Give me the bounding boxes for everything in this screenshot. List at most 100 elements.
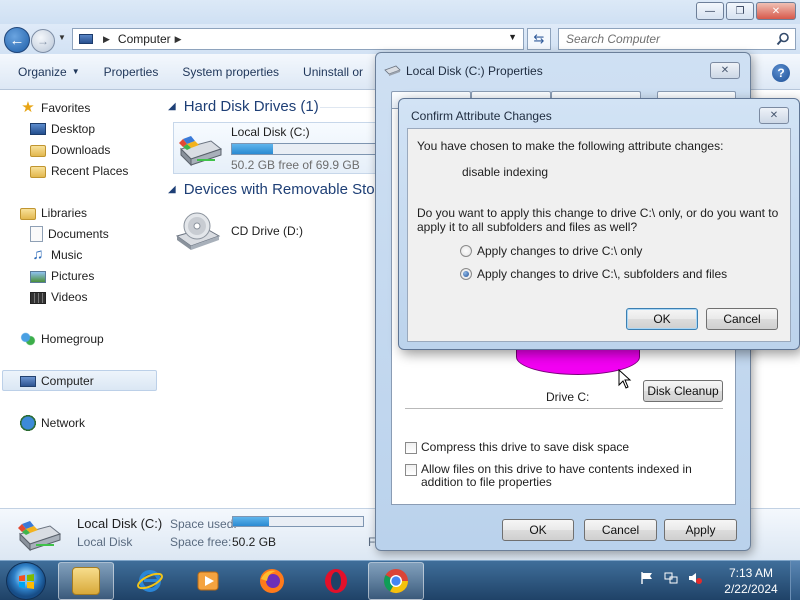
- address-history-icon[interactable]: ▼: [508, 32, 517, 42]
- hard-drives-group-header[interactable]: ◢ Hard Disk Drives (1): [168, 98, 319, 115]
- space-used-label: Space used:: [170, 517, 237, 531]
- forward-button[interactable]: →: [31, 29, 55, 53]
- cancel-button[interactable]: Cancel: [706, 308, 778, 330]
- help-icon[interactable]: ?: [772, 64, 790, 82]
- nav-homegroup[interactable]: Homegroup: [20, 328, 104, 349]
- recent-places-icon: [30, 165, 46, 178]
- cancel-button[interactable]: Cancel: [584, 519, 657, 541]
- option-all[interactable]: Apply changes to drive C:\, subfolders a…: [460, 267, 727, 281]
- search-input[interactable]: [566, 32, 766, 46]
- compress-checkbox[interactable]: [405, 442, 417, 454]
- group-title: Hard Disk Drives (1): [183, 98, 319, 115]
- organize-menu[interactable]: Organize ▼: [0, 54, 92, 90]
- recent-pages-dropdown[interactable]: ▼: [58, 33, 66, 42]
- taskbar-firefox[interactable]: [244, 562, 300, 600]
- drive-free-space: 50.2 GB free of 69.9 GB: [231, 158, 360, 172]
- volume-muted-icon[interactable]: [688, 571, 702, 585]
- close-icon: ✕: [720, 65, 730, 76]
- back-button[interactable]: ←: [4, 27, 30, 53]
- checkbox-label: Allow files on this drive to have conten…: [421, 462, 692, 489]
- taskbar-chrome[interactable]: [368, 562, 424, 600]
- radio-label: Apply changes to drive C:\ only: [477, 244, 643, 258]
- chrome-icon: [383, 569, 408, 594]
- desktop-icon: [30, 123, 46, 135]
- dialog-title: Confirm Attribute Changes: [411, 109, 552, 123]
- network-icon: [20, 414, 36, 431]
- start-button[interactable]: [6, 562, 46, 600]
- dialog-body: You have chosen to make the following at…: [407, 128, 791, 342]
- breadcrumb-separator-icon[interactable]: ▶: [103, 34, 110, 45]
- cd-drive-d-tile[interactable]: CD Drive (D:): [175, 208, 355, 260]
- maximize-button[interactable]: ❐: [726, 2, 754, 20]
- pictures-icon: [30, 270, 46, 283]
- nav-downloads[interactable]: Downloads: [30, 139, 110, 160]
- radio-button[interactable]: [460, 245, 472, 257]
- nav-label: Computer: [41, 373, 94, 388]
- dialog-title: Local Disk (C:) Properties: [406, 64, 543, 78]
- space-used-bar: [232, 516, 364, 527]
- videos-icon: [30, 291, 46, 304]
- change-text: disable indexing: [462, 165, 549, 179]
- search-box[interactable]: [558, 28, 796, 50]
- allow-indexing-option[interactable]: Allow files on this drive to have conten…: [405, 463, 725, 489]
- nav-videos[interactable]: Videos: [30, 286, 87, 307]
- search-icon[interactable]: [776, 32, 790, 46]
- system-properties-button[interactable]: System properties: [170, 54, 291, 90]
- mouse-cursor-icon: [618, 369, 632, 389]
- nav-label: Desktop: [51, 121, 96, 136]
- properties-button[interactable]: Properties: [92, 54, 171, 90]
- organize-label: Organize: [18, 64, 67, 79]
- confirm-attribute-changes-dialog: Confirm Attribute Changes ✕ You have cho…: [398, 98, 800, 350]
- show-desktop-button[interactable]: [790, 561, 800, 600]
- removable-group-header[interactable]: ◢ Devices with Removable Stor: [168, 181, 380, 198]
- collapse-icon: ◢: [168, 101, 176, 112]
- radio-button[interactable]: [460, 268, 472, 280]
- radio-label: Apply changes to drive C:\, subfolders a…: [477, 267, 728, 281]
- close-button[interactable]: ✕: [756, 2, 796, 20]
- minimize-button[interactable]: —: [696, 2, 724, 20]
- nav-pictures[interactable]: Pictures: [30, 265, 94, 286]
- taskbar-internet-explorer[interactable]: [122, 562, 178, 600]
- nav-documents[interactable]: Documents: [30, 223, 109, 244]
- network-icon[interactable]: [664, 571, 678, 585]
- option-drive-only[interactable]: Apply changes to drive C:\ only: [460, 244, 642, 258]
- nav-label: Homegroup: [41, 331, 104, 346]
- uninstall-button[interactable]: Uninstall or: [291, 54, 375, 90]
- address-bar[interactable]: ▶ Computer ▶ ▼: [72, 28, 524, 50]
- nav-libraries[interactable]: Libraries: [20, 202, 87, 223]
- nav-computer[interactable]: Computer: [2, 370, 157, 391]
- breadcrumb-computer[interactable]: Computer: [118, 32, 171, 46]
- nav-network[interactable]: Network: [20, 412, 85, 433]
- taskbar-media-player[interactable]: [180, 562, 236, 600]
- breadcrumb-separator-icon[interactable]: ▶: [175, 34, 182, 45]
- nav-favorites[interactable]: ★ Favorites: [20, 97, 90, 118]
- refresh-icon: ⇆: [533, 31, 545, 46]
- action-center-flag-icon[interactable]: [640, 571, 654, 585]
- refresh-button[interactable]: ⇆: [527, 28, 551, 50]
- space-used-fill: [233, 517, 270, 526]
- allow-indexing-checkbox[interactable]: [405, 464, 417, 476]
- nav-label: Pictures: [51, 268, 95, 283]
- dialog-close-button[interactable]: ✕: [759, 107, 789, 124]
- taskbar-opera[interactable]: [308, 562, 364, 600]
- drive-c-label: Drive C:: [546, 390, 590, 404]
- local-disk-c-tile[interactable]: Local Disk (C:) 50.2 GB free of 69.9 GB: [173, 122, 383, 174]
- ok-button[interactable]: OK: [626, 308, 698, 330]
- nav-label: Network: [41, 415, 86, 430]
- taskbar-explorer[interactable]: [58, 562, 114, 600]
- taskbar: 7:13 AM 2/22/2024: [0, 560, 800, 600]
- ok-button[interactable]: OK: [502, 519, 574, 541]
- nav-recent-places[interactable]: Recent Places: [30, 160, 128, 181]
- nav-music[interactable]: ♫ Music: [30, 244, 82, 265]
- apply-button[interactable]: Apply: [664, 519, 737, 541]
- collapse-icon: ◢: [168, 184, 176, 195]
- space-free-label: Space free:: [170, 535, 232, 549]
- disk-cleanup-button[interactable]: Disk Cleanup: [643, 380, 723, 402]
- file-explorer-icon: [72, 567, 100, 595]
- nav-desktop[interactable]: Desktop: [30, 118, 95, 139]
- dialog-close-button[interactable]: ✕: [710, 62, 740, 79]
- compress-drive-option[interactable]: Compress this drive to save disk space: [405, 441, 629, 454]
- system-clock[interactable]: 7:13 AM 2/22/2024: [716, 565, 786, 597]
- group-divider: [320, 107, 380, 108]
- downloads-folder-icon: [30, 144, 46, 157]
